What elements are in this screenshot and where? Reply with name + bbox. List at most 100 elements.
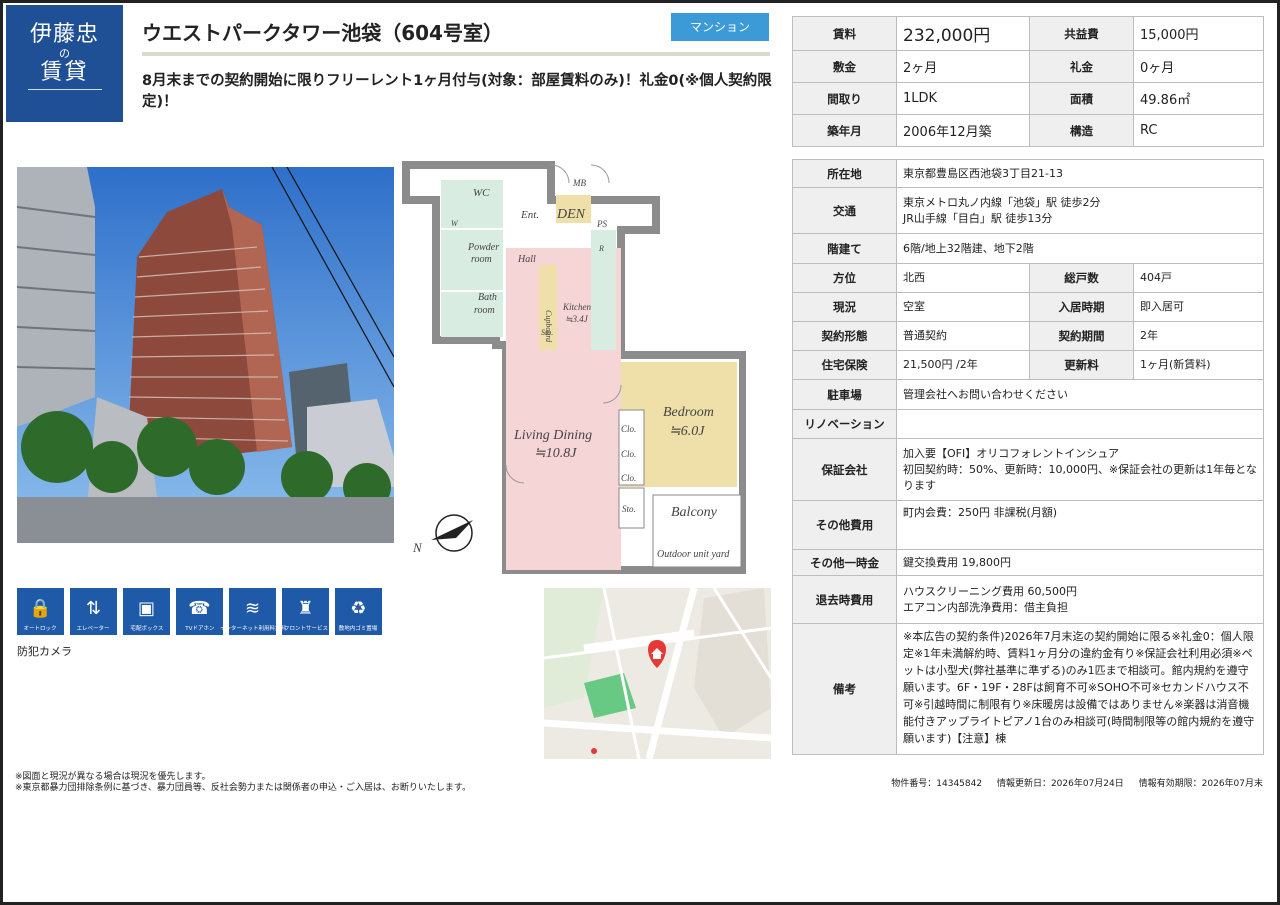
table-row: 敷金 2ヶ月 礼金 0ヶ月 [792, 50, 1264, 83]
rent-label: 賃料 [792, 16, 897, 51]
deposit-label: 敷金 [792, 50, 897, 83]
fp-mb: MB [572, 178, 586, 188]
fp-ent: Ent. [520, 209, 539, 221]
table-row: 退去時費用 ハウスクリーニング費用 60,500円 エアコン内部洗浄費用：借主負… [792, 575, 1264, 624]
fp-wc: WC [473, 187, 490, 199]
move-in-label: 入居時期 [1029, 292, 1134, 322]
move-out-line-1: ハウスクリーニング費用 60,500円 [903, 584, 1077, 598]
fee-value: 15,000円 [1133, 16, 1264, 51]
location-map[interactable] [544, 588, 771, 759]
area-label: 面積 [1029, 82, 1134, 115]
floor-label: 階建て [792, 233, 897, 264]
valid-until: 情報有効期限：2026年07月末 [1138, 779, 1263, 789]
fp-outdoor: Outdoor unit yard [657, 549, 730, 560]
status-label: 現況 [792, 292, 897, 322]
fp-closet-2: Clo. [621, 449, 636, 459]
footer-info: 物件番号：14345842 情報更新日：2026年07月24日 情報有効期限：2… [879, 776, 1263, 789]
logo-line-1: 伊藤忠 [29, 22, 99, 47]
move-out-value: ハウスクリーニング費用 60,500円 エアコン内部洗浄費用：借主負担 [896, 575, 1264, 624]
fee-label: 共益費 [1029, 16, 1134, 51]
fp-living: Living Dining [513, 428, 592, 443]
table-row: 所在地 東京都豊島区西池袋3丁目21-13 [792, 159, 1264, 188]
layout-label: 間取り [792, 82, 897, 115]
fp-r: R [598, 244, 604, 253]
feature-tile: ♜ フロントサービス [282, 588, 329, 635]
renovation-label: リノベーション [792, 409, 897, 439]
built-value: 2006年12月築 [896, 114, 1030, 147]
floor-plan: WC MB Ent. DEN PS W R Powder room Hall C… [401, 160, 747, 575]
feature-icons: 🔒 オートロック ⇅ エレベーター ▣ 宅配ボックス ☎ TVドアホン ≋ インターネット利用料無… [17, 588, 382, 635]
fp-storage-1: Sto. [541, 328, 553, 337]
logo-line-3: 賃貸 [40, 60, 89, 85]
table-row: その他費用 町内会費：250円 非課税(月額) [792, 500, 1264, 550]
detail-table: 所在地 東京都豊島区西池袋3丁目21-13 交通 東京メトロ丸ノ内線「池袋」駅 … [792, 159, 1264, 755]
table-row: 築年月 2006年12月築 構造 RC [792, 114, 1264, 147]
feature-tile: ☎ TVドアホン [176, 588, 223, 635]
transit-value: 東京メトロ丸ノ内線「池袋」駅 徒歩2分 JR山手線「目白」駅 徒歩13分 [896, 187, 1264, 234]
other-fees-label: その他費用 [792, 500, 897, 550]
catchcopy: 8月末までの契約開始に限りフリーレント1ヶ月付与(対象：部屋賃料のみ)！礼金0(… [142, 73, 772, 110]
remarks-cell: ※本広告の契約条件)2026年7月末迄の契約開始に限る※礼金0：個人限定※1年未… [896, 623, 1264, 755]
contract-type-value: 普通契約 [896, 321, 1030, 351]
building-photo [17, 167, 394, 543]
fp-north: N [412, 540, 423, 555]
logo-rule [27, 89, 102, 90]
address-label: 所在地 [792, 159, 897, 188]
table-row: 賃料 232,000円 共益費 15,000円 [792, 16, 1264, 51]
fp-kitchen: Kitchen [562, 302, 591, 312]
renewal-value: 1ヶ月(新賃料) [1133, 350, 1264, 380]
insurance-value: 21,500円 /2年 [896, 350, 1030, 380]
direction-value: 北西 [896, 263, 1030, 293]
fp-bedroom-size: ≒6.0J [669, 424, 705, 439]
renovation-value [896, 409, 1264, 439]
remarks-value: ※本広告の契約条件)2026年7月末迄の契約開始に限る※礼金0：個人限定※1年未… [903, 630, 1255, 745]
direction-label: 方位 [792, 263, 897, 293]
parking-label: 駐車場 [792, 379, 897, 410]
fp-kitchen-size: ≒3.4J [565, 314, 589, 324]
table-row: その他一時金 鍵交換費用 19,800円 [792, 549, 1264, 576]
auto-lock-icon: 🔒 [29, 598, 52, 619]
title-divider [142, 52, 770, 56]
feature-label: エレベーター [76, 625, 111, 632]
key-money-value: 0ヶ月 [1133, 50, 1264, 83]
fp-powder: Powder [467, 242, 499, 253]
property-number: 物件番号：14345842 [891, 779, 983, 789]
contract-type-label: 契約形態 [792, 321, 897, 351]
feature-tile: ▣ 宅配ボックス [123, 588, 170, 635]
logo-line-2: の [59, 47, 70, 60]
feature-tile: ⇅ エレベーター [70, 588, 117, 635]
note-line-2: ※東京都暴力団排除条例に基づき、暴力団員等、反社会勢力または関係者の申込・ご入居… [15, 783, 472, 793]
guarantor-label: 保証会社 [792, 438, 897, 501]
internet-icon: ≋ [244, 598, 261, 619]
transit-label: 交通 [792, 187, 897, 234]
front-service-icon: ♜ [297, 598, 314, 619]
feature-label: インターネット利用料無料 [219, 625, 286, 632]
table-row: 駐車場 管理会社へお問い合わせください [792, 379, 1264, 410]
table-row: 階建て 6階/地上32階建、地下2階 [792, 233, 1264, 264]
address-value: 東京都豊島区西池袋3丁目21-13 [896, 159, 1264, 188]
fp-cupboard: Cupboard [544, 310, 553, 343]
move-out-line-2: エアコン内部洗浄費用：借主負担 [903, 600, 1068, 614]
area-value: 49.86㎡ [1133, 82, 1264, 115]
fp-living-size: ≒10.8J [534, 446, 577, 461]
table-row: 保証会社 加入要【OFI】オリコフォレントインシュア 初回契約時：50%、更新時… [792, 438, 1264, 501]
transit-line-2: JR山手線「目白」駅 徒歩13分 [903, 211, 1053, 225]
move-out-label: 退去時費用 [792, 575, 897, 624]
fp-bedroom: Bedroom [663, 405, 714, 420]
structure-value: RC [1133, 114, 1264, 147]
extra-feature-label: 防犯カメラ [17, 645, 72, 658]
tv-intercom-icon: ☎ [188, 598, 211, 619]
feature-label: 敷地内ゴミ置場 [339, 625, 378, 632]
feature-label: TVドアホン [184, 625, 215, 632]
rent-value: 232,000円 [896, 16, 1030, 51]
move-in-value: 即入居可 [1133, 292, 1264, 322]
feature-label: 宅配ボックス [130, 625, 163, 632]
other-fees-value: 町内会費：250円 非課税(月額) [896, 500, 1264, 550]
feature-label: オートロック [23, 625, 58, 632]
fp-den: DEN [556, 207, 586, 222]
key-money-label: 礼金 [1029, 50, 1134, 83]
property-title: ウエストパークタワー池袋（604号室） [142, 21, 503, 45]
delivery-box-icon: ▣ [137, 598, 155, 619]
table-row: リノベーション [792, 409, 1264, 439]
fp-bath: Bath [478, 292, 497, 303]
